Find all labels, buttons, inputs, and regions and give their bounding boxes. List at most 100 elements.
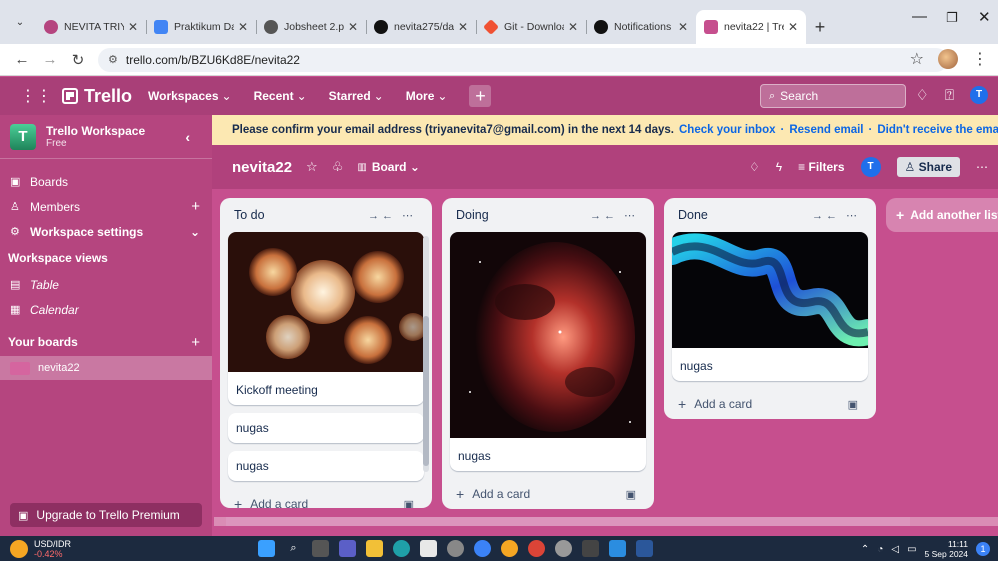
avatar[interactable]: T: [970, 86, 988, 104]
sidebar-item-table[interactable]: ▤ Table: [0, 272, 212, 297]
task-view-icon[interactable]: [312, 540, 329, 557]
app-switcher-icon[interactable]: ⋮⋮: [20, 86, 52, 106]
scroll-thumb[interactable]: [226, 517, 910, 526]
list-header[interactable]: To do →← ⋯: [228, 198, 424, 232]
word-icon[interactable]: [636, 540, 653, 557]
close-icon[interactable]: ✕: [568, 20, 578, 34]
browser-tab[interactable]: Praktikum Da ✕: [146, 10, 256, 44]
power-ups-icon[interactable]: ♢: [749, 160, 760, 174]
check-inbox-link[interactable]: Check your inbox: [679, 124, 776, 136]
add-card-button[interactable]: + Add a card ▣: [450, 479, 646, 509]
browser-tab[interactable]: Notifications ✕: [586, 10, 696, 44]
teams-icon[interactable]: [339, 540, 356, 557]
close-icon[interactable]: ✕: [128, 20, 138, 34]
new-tab-button[interactable]: +: [806, 10, 834, 44]
collapse-sidebar-icon[interactable]: ‹: [185, 129, 190, 145]
search-input[interactable]: ⌕ Search: [760, 84, 906, 108]
forward-arrow-icon[interactable]: →: [36, 51, 64, 68]
back-arrow-icon[interactable]: ←: [8, 51, 36, 68]
browser-tab[interactable]: nevita275/da ✕: [366, 10, 476, 44]
upgrade-button[interactable]: ▣ Upgrade to Trello Premium: [10, 503, 202, 527]
sidebar-item-boards[interactable]: ▣ Boards: [0, 169, 212, 194]
list-header[interactable]: Done →← ⋯: [672, 198, 868, 232]
sidebar-item-workspace-settings[interactable]: ⚙ Workspace settings ⌄: [0, 219, 212, 244]
github-desktop-icon[interactable]: [447, 540, 464, 557]
chevron-up-icon[interactable]: ⌃: [861, 544, 869, 555]
board-title[interactable]: nevita22: [232, 159, 292, 176]
add-board-icon[interactable]: +: [191, 334, 200, 351]
sidebar-board-nevita22[interactable]: nevita22: [0, 356, 212, 380]
wifi-icon[interactable]: ◔: [877, 544, 883, 555]
url-input[interactable]: ⚙ trello.com/b/BZU6Kd8E/nevita22: [98, 47, 948, 72]
help-icon[interactable]: ⍰: [945, 87, 954, 104]
add-list-button[interactable]: + Add another list: [886, 198, 998, 232]
browser-tab[interactable]: Git - Downloa ✕: [476, 10, 586, 44]
sidebar-item-calendar[interactable]: ▦ Calendar: [0, 297, 212, 322]
add-member-icon[interactable]: +: [191, 198, 200, 215]
starred-menu[interactable]: Starred ⌄: [329, 89, 384, 103]
help-app-icon[interactable]: [474, 540, 491, 557]
list-actions-icon[interactable]: →← ⋯: [590, 209, 638, 222]
add-card-button[interactable]: + Add a card ▣: [228, 489, 424, 508]
settings-icon[interactable]: [555, 540, 572, 557]
card[interactable]: Kickoff meeting: [228, 232, 424, 405]
more-options-icon[interactable]: ⋮: [972, 49, 988, 69]
star-icon[interactable]: ☆: [306, 159, 318, 175]
filters-button[interactable]: ≡ Filters: [798, 160, 844, 174]
close-icon[interactable]: ✕: [238, 20, 248, 34]
card[interactable]: nugas: [450, 232, 646, 471]
close-icon[interactable]: ✕: [348, 20, 358, 34]
bookmark-star-icon[interactable]: ☆: [910, 49, 924, 69]
recent-menu[interactable]: Recent ⌄: [254, 89, 307, 103]
restore-icon[interactable]: ❐: [946, 10, 958, 26]
card[interactable]: nugas: [672, 232, 868, 381]
automation-icon[interactable]: ϟ: [776, 160, 782, 174]
visibility-icon[interactable]: ♧: [332, 159, 344, 175]
list-actions-icon[interactable]: →← ⋯: [812, 209, 860, 222]
template-icon[interactable]: ▣: [626, 488, 636, 501]
card[interactable]: nugas: [228, 413, 424, 443]
browser-tab[interactable]: Jobsheet 2.pd ✕: [256, 10, 366, 44]
trello-logo[interactable]: Trello: [62, 86, 132, 107]
create-button[interactable]: +: [469, 85, 492, 107]
chrome-icon[interactable]: [528, 540, 545, 557]
close-icon[interactable]: ✕: [788, 20, 798, 34]
template-icon[interactable]: ▣: [848, 398, 858, 411]
profile-avatar[interactable]: [938, 49, 958, 69]
workspace-header[interactable]: T Trello Workspace Free ‹: [0, 115, 212, 159]
board-view-switcher[interactable]: Board ⌄: [372, 160, 420, 174]
tab-search-chevron-icon[interactable]: ⌄: [8, 10, 32, 34]
workspaces-menu[interactable]: Workspaces ⌄: [148, 89, 232, 103]
resend-email-link[interactable]: Resend email: [789, 124, 863, 136]
reload-icon[interactable]: ↻: [64, 51, 92, 69]
store-icon[interactable]: [420, 540, 437, 557]
more-options-icon[interactable]: ⋯: [976, 160, 988, 174]
list-scrollbar[interactable]: [423, 236, 429, 472]
browser-tab-active[interactable]: nevita22 | Trel ✕: [696, 10, 806, 44]
windows-start-icon[interactable]: [258, 540, 275, 557]
list-actions-icon[interactable]: →← ⋯: [368, 209, 416, 222]
card[interactable]: nugas: [228, 451, 424, 481]
site-info-icon[interactable]: ⚙: [108, 53, 118, 66]
close-icon[interactable]: ✕: [458, 20, 468, 34]
list-header[interactable]: Doing →← ⋯: [450, 198, 646, 232]
chevron-down-icon[interactable]: ⌄: [190, 225, 200, 239]
more-menu[interactable]: More ⌄: [406, 89, 448, 103]
share-button[interactable]: ♙ Share: [896, 157, 960, 177]
notification-badge[interactable]: 1: [976, 542, 990, 556]
minimize-icon[interactable]: —: [912, 8, 927, 25]
window-close-icon[interactable]: ✕: [978, 8, 991, 26]
didnt-receive-link[interactable]: Didn't receive the email?: [877, 124, 998, 136]
notifications-icon[interactable]: ♢: [916, 86, 929, 104]
edge-icon[interactable]: [393, 540, 410, 557]
close-icon[interactable]: ✕: [678, 20, 688, 34]
sidebar-item-members[interactable]: ♙ Members +: [0, 194, 212, 219]
avatar[interactable]: T: [860, 157, 881, 177]
search-icon[interactable]: ⌕: [285, 540, 302, 557]
terminal-icon[interactable]: [582, 540, 599, 557]
add-card-button[interactable]: + Add a card ▣: [672, 389, 868, 419]
file-explorer-icon[interactable]: [366, 540, 383, 557]
board-horizontal-scrollbar[interactable]: [214, 515, 998, 527]
vscode-icon[interactable]: [609, 540, 626, 557]
ticker-widget[interactable]: USD/IDR -0.42%: [10, 539, 71, 559]
